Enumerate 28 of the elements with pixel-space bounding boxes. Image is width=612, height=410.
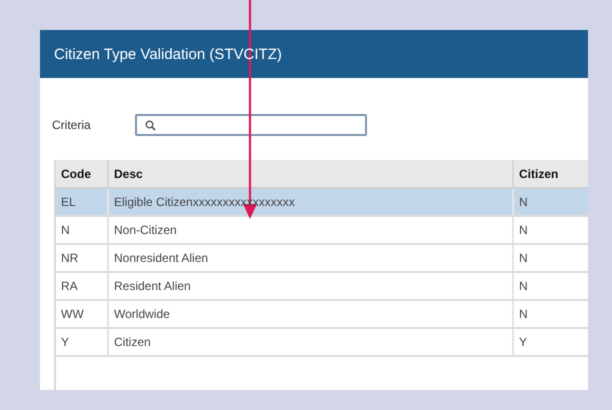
table-cell: Nonresident Alien (114, 251, 208, 265)
column-header[interactable]: Code (56, 160, 109, 187)
table-cell: Citizen (114, 335, 151, 349)
table-row[interactable]: Y Citizen Y (56, 329, 588, 357)
search-field[interactable] (135, 114, 367, 136)
table-cell: N (519, 251, 528, 265)
table-cell: Resident Alien (114, 279, 191, 293)
column-header[interactable]: Citizen (514, 160, 588, 187)
table-cell: Worldwide (114, 307, 170, 321)
table-cell: Y (519, 335, 528, 349)
search-icon (145, 120, 156, 130)
table-row[interactable]: WW Worldwide N (56, 301, 588, 329)
table-row[interactable]: RA Resident Alien N (56, 273, 588, 301)
table-row[interactable]: NR Nonresident Alien N (56, 245, 588, 273)
table-cell: N (519, 279, 528, 293)
table-cell: EL (61, 195, 76, 209)
table-cell: Non-Citizen (114, 223, 177, 237)
table-cell: N (519, 195, 528, 209)
table-cell: N (519, 307, 528, 321)
table-cell: RA (61, 279, 78, 293)
table-cell: Y (61, 335, 70, 349)
table-cell: WW (61, 307, 84, 321)
criteria-label: Criteria (52, 118, 92, 132)
table-cell: N (61, 223, 70, 237)
column-header[interactable]: Desc (109, 160, 514, 187)
table-row[interactable]: N Non-Citizen N (56, 217, 588, 245)
table-cell: NR (61, 251, 78, 265)
table-cell: N (519, 223, 528, 237)
